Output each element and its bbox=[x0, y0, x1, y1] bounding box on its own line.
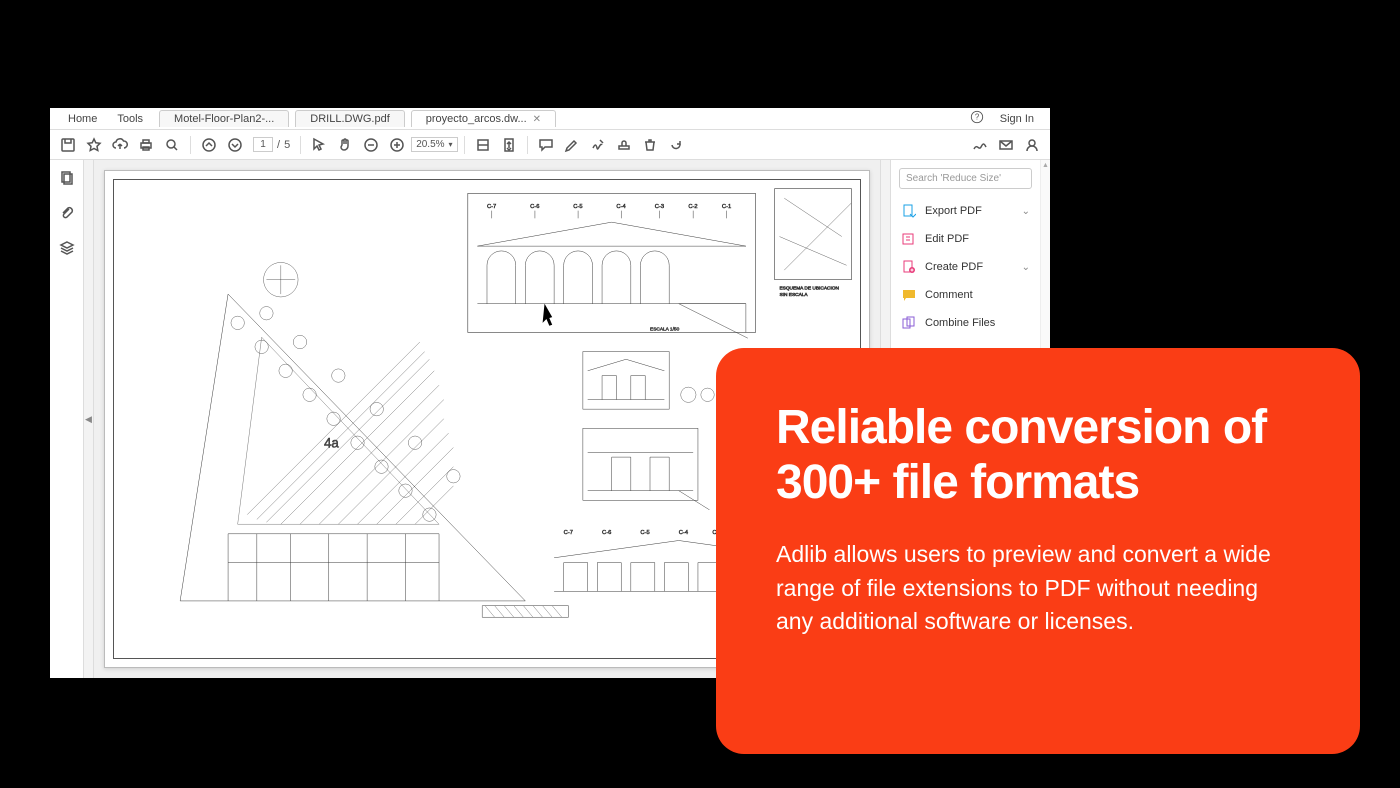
tab-strip: Home Tools Motel-Floor-Plan2-... DRILL.D… bbox=[50, 108, 1050, 130]
page-up-icon[interactable] bbox=[197, 133, 221, 157]
delete-icon[interactable] bbox=[638, 133, 662, 157]
page-number-input[interactable]: 1 bbox=[253, 137, 273, 152]
print-icon[interactable] bbox=[134, 133, 158, 157]
tool-label: Edit PDF bbox=[925, 233, 969, 245]
layers-icon[interactable] bbox=[59, 240, 75, 261]
search-icon[interactable] bbox=[160, 133, 184, 157]
collapse-left-handle[interactable]: ◀ bbox=[84, 160, 94, 678]
zoom-in-icon[interactable] bbox=[385, 133, 409, 157]
signature-icon[interactable] bbox=[968, 133, 992, 157]
edit-pdf-icon bbox=[901, 231, 917, 247]
close-tab-icon[interactable]: ✕ bbox=[533, 114, 541, 125]
fit-width-icon[interactable] bbox=[471, 133, 495, 157]
svg-text:C-7: C-7 bbox=[564, 530, 573, 536]
main-toolbar: 1 / 5 20.5% ▾ bbox=[50, 130, 1050, 160]
svg-text:C-5: C-5 bbox=[573, 204, 582, 210]
tool-combine-files[interactable]: Combine Files bbox=[891, 309, 1040, 337]
document-tab-0[interactable]: Motel-Floor-Plan2-... bbox=[159, 110, 289, 127]
svg-text:?: ? bbox=[975, 113, 980, 122]
svg-text:C-2: C-2 bbox=[688, 204, 697, 210]
svg-text:C-1: C-1 bbox=[722, 204, 731, 210]
sign-in-link[interactable]: Sign In bbox=[992, 113, 1042, 125]
create-pdf-icon bbox=[901, 259, 917, 275]
page-sep: / bbox=[277, 139, 280, 151]
email-icon[interactable] bbox=[994, 133, 1018, 157]
sign-icon[interactable] bbox=[586, 133, 610, 157]
svg-text:C-4: C-4 bbox=[616, 204, 626, 210]
highlight-icon[interactable] bbox=[560, 133, 584, 157]
comment-icon[interactable] bbox=[534, 133, 558, 157]
tool-comment[interactable]: Comment bbox=[891, 281, 1040, 309]
attachments-icon[interactable] bbox=[59, 205, 75, 226]
svg-text:ESCALA 1/50: ESCALA 1/50 bbox=[650, 327, 680, 333]
star-icon[interactable] bbox=[82, 133, 106, 157]
zoom-out-icon[interactable] bbox=[359, 133, 383, 157]
promo-heading: Reliable conversion of 300+ file formats bbox=[776, 400, 1300, 510]
promo-body: Adlib allows users to preview and conver… bbox=[776, 538, 1300, 638]
chevron-down-icon: ▾ bbox=[449, 140, 453, 149]
document-tab-1[interactable]: DRILL.DWG.pdf bbox=[295, 110, 404, 127]
export-pdf-icon bbox=[901, 203, 917, 219]
svg-text:ESQUEMA DE UBICACION: ESQUEMA DE UBICACION bbox=[779, 285, 839, 291]
svg-text:C-4: C-4 bbox=[679, 530, 689, 536]
tools-search-input[interactable]: Search 'Reduce Size' bbox=[899, 168, 1032, 189]
svg-text:4a: 4a bbox=[324, 436, 339, 451]
document-tab-2[interactable]: proyecto_arcos.dw... ✕ bbox=[411, 110, 556, 127]
tool-export-pdf[interactable]: Export PDF ⌄ bbox=[891, 197, 1040, 225]
page-indicator: 1 / 5 bbox=[253, 137, 290, 152]
fit-page-icon[interactable] bbox=[497, 133, 521, 157]
page-down-icon[interactable] bbox=[223, 133, 247, 157]
zoom-value: 20.5% bbox=[416, 139, 444, 150]
comment-tool-icon bbox=[901, 287, 917, 303]
tool-edit-pdf[interactable]: Edit PDF bbox=[891, 225, 1040, 253]
cloud-upload-icon[interactable] bbox=[108, 133, 132, 157]
promo-overlay-card: Reliable conversion of 300+ file formats… bbox=[716, 348, 1360, 754]
page-total: 5 bbox=[284, 139, 290, 151]
tool-label: Create PDF bbox=[925, 261, 983, 273]
help-icon[interactable]: ? bbox=[962, 110, 992, 127]
svg-text:SIN ESCALA: SIN ESCALA bbox=[779, 292, 808, 298]
svg-text:C-6: C-6 bbox=[530, 204, 539, 210]
pointer-icon[interactable] bbox=[307, 133, 331, 157]
document-tab-label: Motel-Floor-Plan2-... bbox=[174, 113, 274, 125]
save-icon[interactable] bbox=[56, 133, 80, 157]
account-icon[interactable] bbox=[1020, 133, 1044, 157]
document-tab-label: proyecto_arcos.dw... bbox=[426, 113, 527, 125]
tool-label: Combine Files bbox=[925, 317, 995, 329]
tool-create-pdf[interactable]: Create PDF ⌄ bbox=[891, 253, 1040, 281]
tool-label: Comment bbox=[925, 289, 973, 301]
left-nav-rail bbox=[50, 160, 84, 678]
chevron-down-icon: ⌄ bbox=[1022, 262, 1030, 273]
thumbnails-icon[interactable] bbox=[59, 170, 75, 191]
home-tab[interactable]: Home bbox=[58, 113, 107, 125]
tools-tab[interactable]: Tools bbox=[107, 113, 153, 125]
tool-label: Export PDF bbox=[925, 205, 982, 217]
svg-text:C-3: C-3 bbox=[655, 204, 664, 210]
document-tab-label: DRILL.DWG.pdf bbox=[310, 113, 389, 125]
svg-text:C-6: C-6 bbox=[602, 530, 611, 536]
zoom-select[interactable]: 20.5% ▾ bbox=[411, 137, 457, 152]
hand-icon[interactable] bbox=[333, 133, 357, 157]
chevron-down-icon: ⌄ bbox=[1022, 206, 1030, 217]
stamp-icon[interactable] bbox=[612, 133, 636, 157]
rotate-icon[interactable] bbox=[664, 133, 688, 157]
svg-text:C-7: C-7 bbox=[487, 204, 496, 210]
combine-files-icon bbox=[901, 315, 917, 331]
svg-text:C-5: C-5 bbox=[640, 530, 649, 536]
